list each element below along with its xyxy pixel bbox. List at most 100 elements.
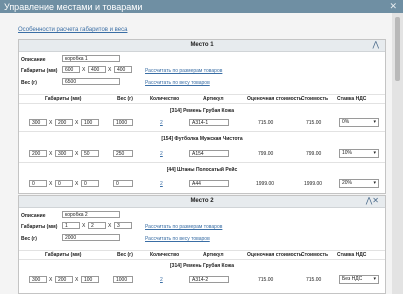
weight-input[interactable]: 6500	[62, 78, 120, 85]
dims-label: Габариты (мм)	[21, 224, 58, 230]
collapse-icon[interactable]: ⋀	[372, 40, 379, 49]
x-sep: X	[82, 223, 86, 229]
product-length-input[interactable]: 200	[29, 150, 47, 157]
col-price: Стоимость	[301, 252, 329, 258]
price-value: 1999.00	[304, 181, 323, 187]
divider	[19, 162, 385, 163]
article-input[interactable]: A314-2	[189, 276, 229, 283]
place-block-2: Место 2 ⋀✕ Описание коробка 2 Габариты (…	[18, 195, 386, 294]
vat-select[interactable]: Без НДС ▾	[339, 275, 379, 284]
col-qty: Количество	[150, 252, 180, 258]
product-name: [154] Футболка Мужская Чистота	[161, 136, 243, 142]
estimated-value: 799.00	[258, 151, 274, 157]
x-sep: X	[75, 277, 79, 283]
vat-select[interactable]: 10% ▾	[339, 149, 379, 158]
product-length-input[interactable]: 300	[29, 276, 47, 283]
vat-select[interactable]: 20% ▾	[339, 179, 379, 188]
vat-select[interactable]: 0% ▾	[339, 118, 379, 127]
product-length-input[interactable]: 300	[29, 119, 47, 126]
calc-weight-link[interactable]: Рассчитать по весу товаров	[145, 236, 210, 242]
col-estimated: Оценочная стоимость	[247, 96, 302, 102]
place-params: Описание коробка 2 Габариты (мм) 1 X 2 X…	[19, 208, 385, 256]
features-link[interactable]: Особенности расчета габаритов и веса	[18, 27, 127, 33]
place-header: Место 2 ⋀✕	[19, 196, 385, 208]
product-width-input[interactable]: 300	[55, 150, 73, 157]
divider	[19, 250, 385, 251]
col-dims: Габариты (мм)	[45, 96, 82, 102]
product-height-input[interactable]: 100	[81, 276, 99, 283]
close-icon[interactable]: ✕	[389, 1, 397, 12]
x-sep: X	[49, 151, 53, 157]
description-label: Описание	[21, 213, 46, 219]
product-weight-input[interactable]: 0	[113, 180, 133, 187]
height-input[interactable]: 3	[114, 222, 132, 229]
qty-link[interactable]: 2	[160, 120, 163, 126]
vat-value: Без НДС	[342, 276, 363, 282]
window-titlebar: Управление местами и товарами ✕	[0, 0, 403, 13]
height-input[interactable]: 400	[114, 66, 132, 73]
chevron-down-icon: ▾	[373, 119, 376, 125]
description-input[interactable]: коробка 1	[62, 55, 120, 62]
x-sep: X	[49, 277, 53, 283]
price-value: 715.00	[306, 277, 322, 283]
col-qty: Количество	[150, 96, 180, 102]
x-sep: X	[49, 181, 53, 187]
product-length-input[interactable]: 0	[29, 180, 47, 187]
estimated-value: 715.00	[258, 120, 274, 126]
product-name: [44] Штаны Полосатый Рейс	[166, 167, 238, 173]
product-weight-input[interactable]: 1000	[113, 119, 133, 126]
scrollbar-thumb[interactable]	[395, 17, 400, 81]
product-height-input[interactable]: 0	[81, 180, 99, 187]
product-width-input[interactable]: 0	[55, 180, 73, 187]
chevron-down-icon: ▾	[373, 276, 376, 282]
calc-weight-link[interactable]: Рассчитать по весу товаров	[145, 80, 210, 86]
estimated-value: 715.00	[258, 277, 274, 283]
col-price: Стоимость	[301, 96, 329, 102]
width-input[interactable]: 400	[88, 66, 106, 73]
dims-label: Габариты (мм)	[21, 68, 58, 74]
length-input[interactable]: 600	[62, 66, 80, 73]
place-block-1: Место 1 ⋀ Описание коробка 1 Габариты (м…	[18, 39, 386, 194]
weight-input[interactable]: 2000	[62, 234, 120, 241]
scrollbar[interactable]	[392, 13, 403, 294]
article-input[interactable]: A44	[189, 180, 229, 187]
product-width-input[interactable]: 200	[55, 119, 73, 126]
x-sep: X	[75, 151, 79, 157]
product-weight-input[interactable]: 250	[113, 150, 133, 157]
place-title: Место 2	[190, 198, 214, 204]
product-height-input[interactable]: 50	[81, 150, 99, 157]
qty-link[interactable]: 2	[160, 151, 163, 157]
estimated-value: 1999.00	[256, 181, 275, 187]
length-input[interactable]: 1	[62, 222, 80, 229]
vat-value: 20%	[342, 180, 353, 186]
col-dims: Габариты (мм)	[45, 252, 82, 258]
window-title: Управление местами и товарами	[4, 2, 143, 12]
place-header: Место 1 ⋀	[19, 40, 385, 52]
product-height-input[interactable]: 100	[81, 119, 99, 126]
col-article: Артикул	[203, 252, 224, 258]
weight-label: Вес (г)	[21, 236, 37, 242]
product-weight-input[interactable]: 1000	[113, 276, 133, 283]
divider	[19, 131, 385, 132]
x-sep: X	[75, 120, 79, 126]
collapse-remove-icons[interactable]: ⋀✕	[366, 196, 379, 205]
product-width-input[interactable]: 200	[55, 276, 73, 283]
x-sep: X	[108, 223, 112, 229]
article-input[interactable]: A154	[189, 150, 229, 157]
qty-link[interactable]: 2	[160, 277, 163, 283]
qty-link[interactable]: 2	[160, 181, 163, 187]
price-value: 715.00	[306, 120, 322, 126]
calc-dims-link[interactable]: Рассчитать по размерам товаров	[145, 224, 222, 230]
calc-dims-link[interactable]: Рассчитать по размерам товаров	[145, 68, 222, 74]
price-value: 799.00	[306, 151, 322, 157]
article-input[interactable]: A314-1	[189, 119, 229, 126]
width-input[interactable]: 2	[88, 222, 106, 229]
vat-value: 0%	[342, 119, 350, 125]
col-weight: Вес (г)	[117, 96, 133, 102]
col-vat: Ставка НДС	[337, 96, 367, 102]
x-sep: X	[82, 67, 86, 73]
x-sep: X	[49, 120, 53, 126]
x-sep: X	[75, 181, 79, 187]
chevron-down-icon: ▾	[373, 150, 376, 156]
description-input[interactable]: коробка 2	[62, 211, 120, 218]
